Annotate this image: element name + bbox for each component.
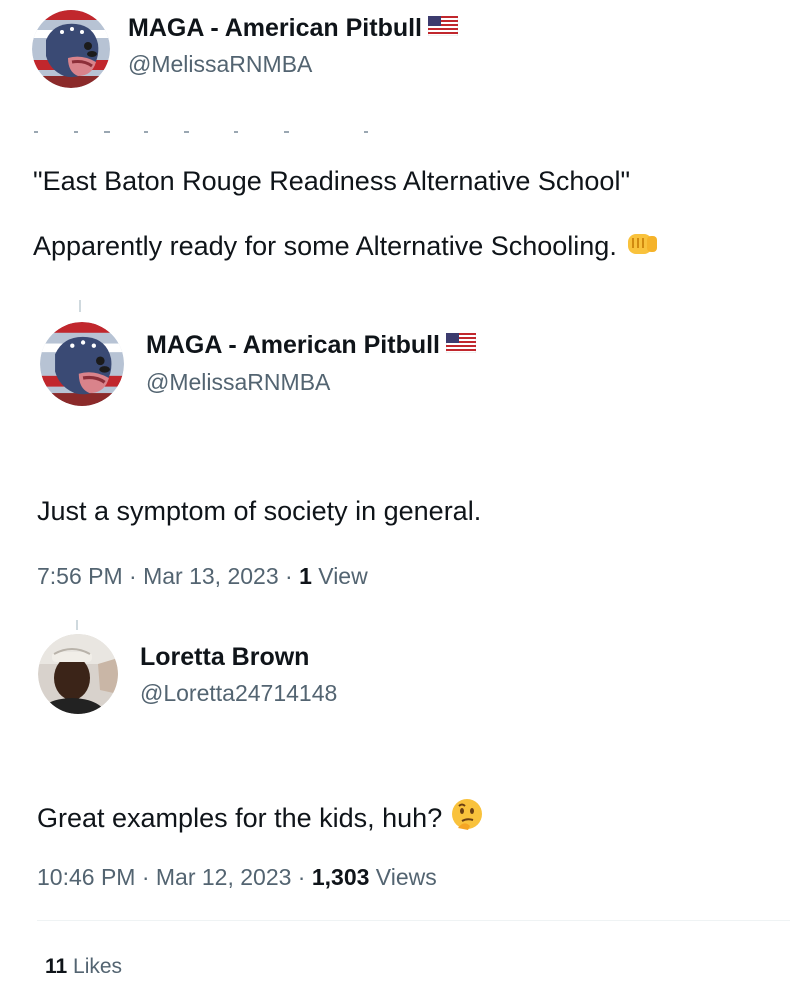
thread-connector [79, 300, 81, 312]
display-name[interactable]: MAGA - American Pitbull [146, 331, 477, 360]
tweet-text: Apparently ready for some Alternative Sc… [33, 231, 617, 261]
tweet-timestamp[interactable]: 10:46 PM · Mar 12, 2023 · [37, 864, 312, 890]
thinking-face-icon [450, 798, 484, 839]
display-name[interactable]: Loretta Brown [140, 643, 309, 672]
display-name-text[interactable]: Loretta Brown [140, 643, 309, 672]
likes-label: Likes [67, 955, 123, 978]
tweet-metadata: 10:46 PM · Mar 12, 2023 · 1,303 Views [37, 864, 437, 891]
tweet-text-line: Great examples for the kids, huh? [37, 798, 484, 839]
tweet-metadata: 7:56 PM · Mar 13, 2023 · 1 View [37, 563, 368, 590]
views-count: 1,303 [311, 864, 370, 890]
person-avatar-icon [38, 634, 118, 714]
display-name-text[interactable]: MAGA - American Pitbull [146, 331, 440, 360]
us-flag-icon [427, 14, 459, 43]
display-name-text[interactable]: MAGA - American Pitbull [128, 14, 422, 43]
user-handle[interactable]: @MelissaRNMBA [146, 369, 330, 396]
avatar[interactable] [32, 10, 110, 88]
likes-number: 11 [45, 955, 68, 978]
tweet-text: Great examples for the kids, huh? [37, 803, 443, 833]
tweet-text: Just a symptom of society in general. [37, 496, 482, 526]
likes-count[interactable]: 11 Likes [45, 955, 122, 979]
user-handle[interactable]: @MelissaRNMBA [128, 51, 312, 78]
tweet-text-line: "East Baton Rouge Readiness Alternative … [33, 166, 631, 196]
pitbull-avatar-icon [40, 322, 124, 406]
tweet-text-line: Apparently ready for some Alternative Sc… [33, 228, 659, 265]
display-name[interactable]: MAGA - American Pitbull [128, 14, 459, 43]
views-label: View [311, 563, 368, 589]
us-flag-icon [445, 331, 477, 360]
avatar[interactable] [38, 634, 118, 714]
pitbull-avatar-icon [32, 10, 110, 88]
cropped-text-remnant [34, 131, 368, 133]
views-label: Views [369, 864, 437, 890]
user-handle[interactable]: @Loretta24714148 [140, 680, 337, 707]
divider [37, 920, 790, 921]
thread-connector [76, 620, 78, 630]
oncoming-fist-icon [625, 228, 659, 265]
avatar[interactable] [40, 322, 124, 406]
tweet-timestamp[interactable]: 7:56 PM · Mar 13, 2023 · [37, 563, 299, 589]
views-count: 1 [299, 563, 312, 589]
